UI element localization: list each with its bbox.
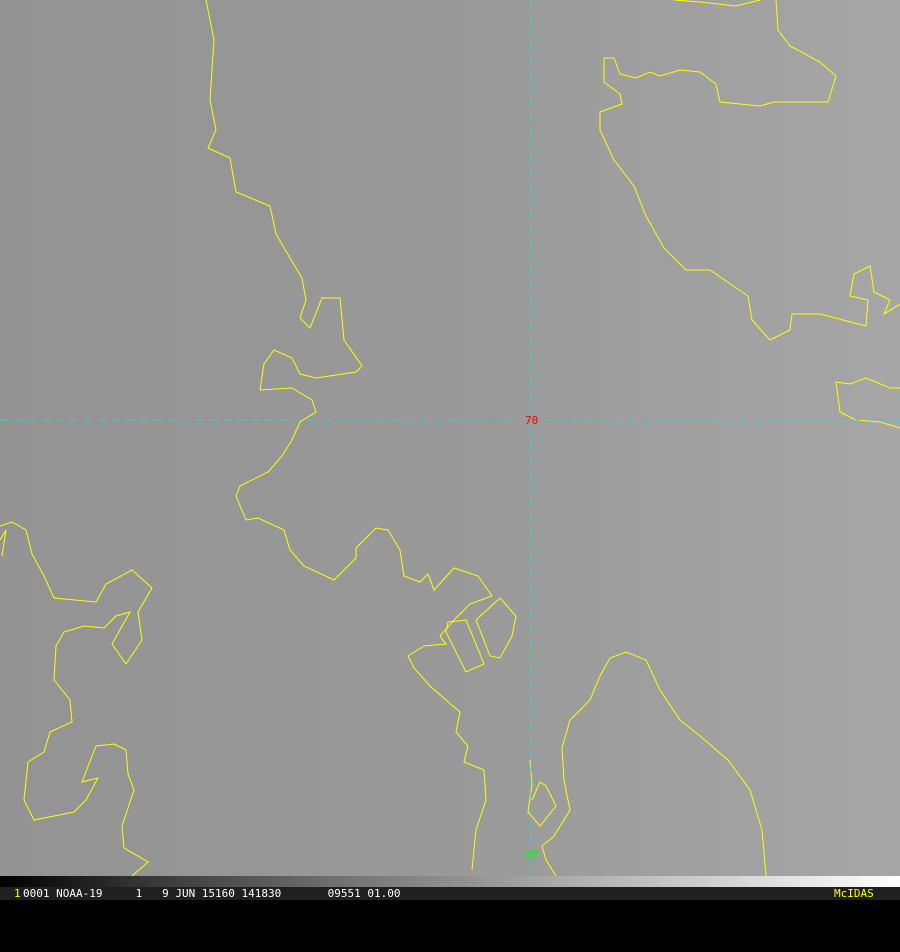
mcidas-brand: McIDAS [834,887,874,900]
status-bar: 1 0001 NOAA-19 1 9 JUN 15160 141830 0955… [0,887,900,900]
satellite-image-display: 70 90 1 0001 NOAA-19 1 9 JUN 15160 14183… [0,0,900,900]
frame-number: 1 [14,887,21,900]
image-background [0,0,900,876]
satellite-image [0,0,900,876]
longitude-label: 90 [525,848,539,861]
image-info: 0001 NOAA-19 1 9 JUN 15160 141830 09551 … [23,887,401,900]
color-ramp [0,876,900,887]
latitude-label: 70 [525,414,539,427]
